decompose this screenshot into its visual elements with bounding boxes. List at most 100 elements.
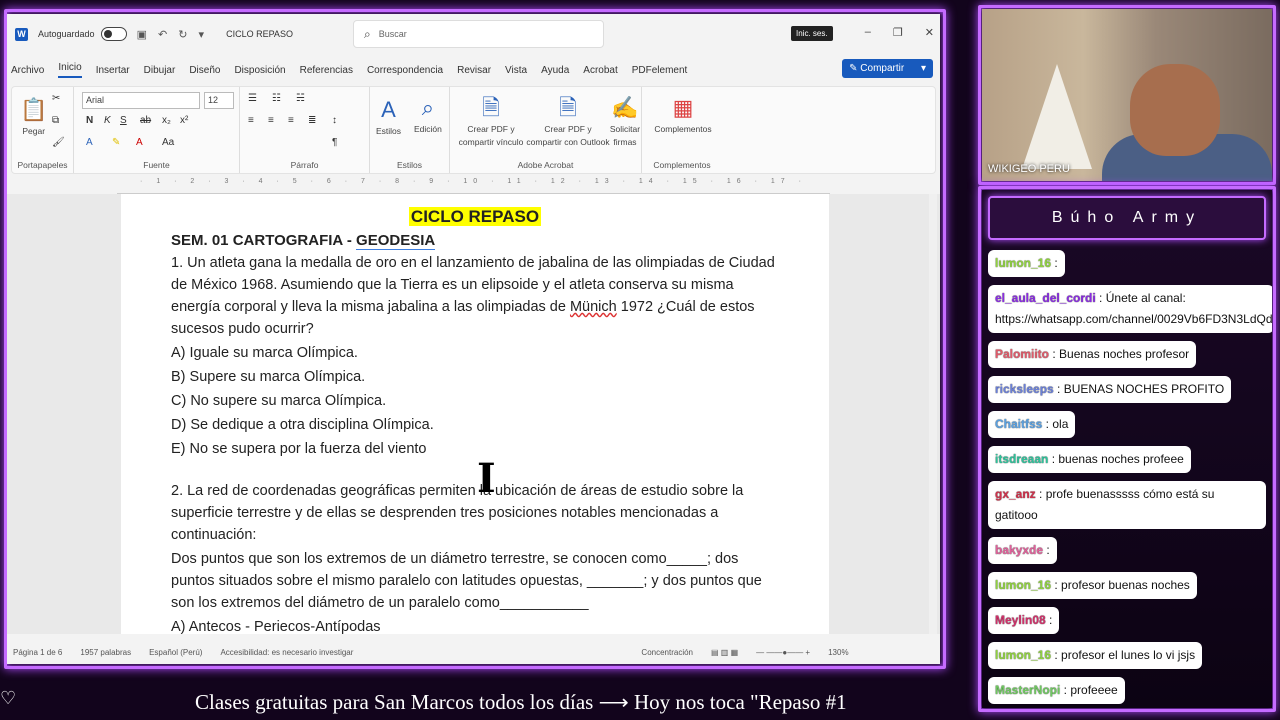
autosave-toggle[interactable] [100,27,127,41]
chat-message: lumon_16 : profesor el lunes lo vi jsjs [988,642,1203,669]
justify-icon[interactable]: ≣ [308,115,316,126]
create-pdf-outlook-button[interactable]: 🗎 Crear PDF y compartir con Outlook [526,91,610,149]
share-button[interactable]: ✎ Compartir ▾ [842,59,933,78]
superscript-icon[interactable]: x² [180,115,188,126]
change-case-icon[interactable]: Aa [162,137,174,148]
paragraph-group: ☰ ☷ ☵ ≡ ≡ ≡ ≣ ↕ ¶ Párrafo [240,87,370,173]
tab-insertar[interactable]: Insertar [96,65,130,76]
pilcrow-icon[interactable]: ¶ [332,137,337,148]
accessibility-status[interactable]: Accesibilidad: es necesario investigar [220,648,353,657]
minimize-icon[interactable]: – [865,26,871,39]
view-icons[interactable]: ▤ ▥ ▦ [711,648,738,657]
pdf1-label: Crear PDF y compartir vínculo [458,124,524,147]
chat-separator: : [1051,256,1058,270]
tab-revisar[interactable]: Revisar [457,65,491,76]
camera-label: WIKIGEO PERU [988,163,1070,175]
addins-button[interactable]: ▦ Complementos [648,91,718,136]
chat-separator: : [1042,417,1053,431]
tab-dibujar[interactable]: Dibujar [144,65,176,76]
tab-referencias[interactable]: Referencias [300,65,353,76]
acrobat-group: 🗎 Crear PDF y compartir vínculo 🗎 Crear PD… [450,87,642,173]
align-center-icon[interactable]: ≡ [268,115,274,126]
multilevel-icon[interactable]: ☵ [296,93,305,104]
chat-message: Meylin08 : [988,607,1060,634]
page-count[interactable]: Página 1 de 6 [13,648,62,657]
option-a: A) Iguale su marca Olímpica. [171,345,358,361]
tab-ayuda[interactable]: Ayuda [541,65,569,76]
copy-icon[interactable]: ⧉ [52,115,59,126]
chat-text: BUENAS NOCHES PROFITO [1063,382,1225,396]
option-b: B) Supere su marca Olímpica. [171,369,366,385]
highlight-icon[interactable]: ✎ [112,137,120,148]
align-left-icon[interactable]: ≡ [248,115,254,126]
underline-icon[interactable]: S [120,115,127,126]
chat-username: Palomiito [995,347,1050,361]
quick-access-icons[interactable]: ▣ ↶ ↻ ▾ [137,28,209,41]
styles-button[interactable]: A Estilos [376,93,401,138]
menu-bar: Archivo Inicio Insertar Dibujar Diseño D… [7,54,940,86]
chat-separator: : [1048,452,1059,466]
close-icon[interactable]: ✕ [925,26,934,39]
chat-message: lumon_16 : [988,250,1065,277]
format-painter-icon[interactable]: 🖌 [52,137,65,148]
request-signatures-button[interactable]: ✍ Solicitar firmas [608,91,642,149]
zoom-level[interactable]: 130% [828,648,848,657]
line-spacing-icon[interactable]: ↕ [332,115,337,126]
sign-label: Solicitar firmas [609,124,641,147]
font-name-select[interactable]: Arial [82,92,200,109]
share-label: Compartir [860,63,905,74]
signin-button[interactable]: Inic. ses. [791,26,833,41]
numbering-icon[interactable]: ☷ [272,93,281,104]
ticker-bar: ♡ Clases gratuitas para San Marcos todos… [0,688,1280,720]
section-geodesia: GEODESIA [356,232,436,250]
chat-message: gx_anz : profe buenasssss cómo está su g… [988,481,1266,529]
styles-icon: A [381,97,396,122]
search-box[interactable]: ⌕ Buscar [353,20,604,48]
italic-icon[interactable]: K [104,115,111,126]
tab-diseno[interactable]: Diseño [189,65,220,76]
tab-inicio[interactable]: Inicio [58,62,82,78]
clipboard-icon: 📋 [20,97,48,122]
cut-icon[interactable]: ✂ [52,93,60,104]
language[interactable]: Español (Perú) [149,648,202,657]
vertical-scrollbar[interactable] [929,194,937,634]
tab-pdfelement[interactable]: PDFelement [632,65,688,76]
document-title[interactable]: CICLO REPASO [226,29,293,39]
align-right-icon[interactable]: ≡ [288,115,294,126]
question-1: 1. Un atleta gana la medalla de oro en e… [171,252,779,340]
chat-username: Chaitfss [995,417,1043,431]
document-page[interactable]: CICLO REPASO SEM. 01 CARTOGRAFIA - GEODE… [121,194,829,635]
styles-button-label: Estilos [376,126,402,136]
tab-disposicion[interactable]: Disposición [234,65,285,76]
chat-username: el_aula_del_cordi [995,291,1096,305]
create-pdf-link-button[interactable]: 🗎 Crear PDF y compartir vínculo [456,91,526,149]
bold-icon[interactable]: N [86,115,93,126]
chat-row: ricksleeps : BUENAS NOCHES PROFITO [988,376,1266,411]
chat-message: Palomiito : Buenas noches profesor [988,341,1197,368]
font-color-icon[interactable]: A [136,137,143,148]
question-2: 2. La red de coordenadas geográficas per… [171,483,744,543]
tab-acrobat[interactable]: Acrobat [583,65,617,76]
editing-button[interactable]: ⌕ Edición [414,91,442,136]
tab-archivo[interactable]: Archivo [11,65,44,76]
strikethrough-icon[interactable]: ab [140,115,151,126]
word-count[interactable]: 1957 palabras [80,648,131,657]
text-effects-icon[interactable]: A [86,137,93,148]
zoom-slider[interactable]: — ——●—— + [756,648,810,657]
focus-mode[interactable]: Concentración [641,648,693,657]
chat-row: bakyxde : [988,537,1266,572]
bullets-icon[interactable]: ☰ [248,93,257,104]
subscript-icon[interactable]: x₂ [162,115,171,126]
restore-icon[interactable]: ❐ [893,26,903,39]
font-size-select[interactable]: 12 [204,92,234,109]
tab-vista[interactable]: Vista [505,65,527,76]
q1-word: Münich [569,299,617,315]
styles-group-label: Estilos [396,160,423,170]
webcam-view: WIKIGEO PERU [982,9,1272,181]
chat-row: gx_anz : profe buenasssss cómo está su g… [988,481,1266,537]
paste-button[interactable]: 📋 Pegar [20,93,47,138]
chat-text: Buenas noches profesor [1059,347,1190,361]
paragraph-label: Párrafo [290,160,319,170]
tab-correspondencia[interactable]: Correspondencia [367,65,443,76]
chat-separator: : [1035,487,1046,501]
